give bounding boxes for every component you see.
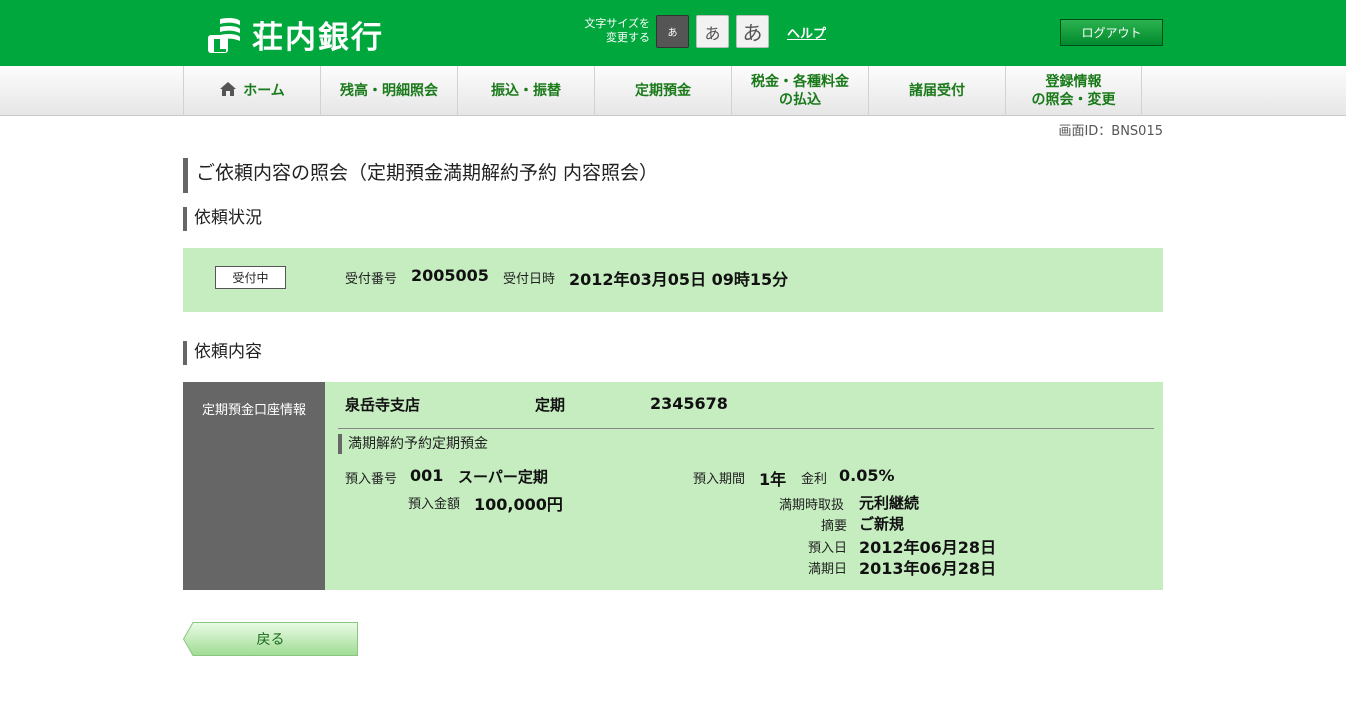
deposit-number-label: 預入番号 — [345, 472, 398, 487]
product-name: スーパー定期 — [458, 468, 548, 486]
home-icon — [219, 81, 237, 102]
font-size-medium-button[interactable]: あ — [696, 15, 729, 48]
account-info-label: 定期預金口座情報 — [183, 382, 325, 590]
maturity-date-label: 満期日 — [808, 562, 848, 577]
detail-panel: 定期預金口座情報 泉岳寺支店 定期 2345678 満期解約予約定期預金 預入番… — [183, 382, 1163, 590]
font-size-large-button[interactable]: あ — [736, 15, 769, 48]
interest-rate: 0.05% — [839, 466, 895, 485]
nav-item-time-deposit[interactable]: 定期預金 — [594, 66, 731, 116]
logout-button[interactable]: ログアウト — [1060, 19, 1163, 46]
page-title: ご依頼内容の照会（定期預金満期解約予約 内容照会） — [183, 158, 658, 193]
nav-item-balance-label: 残高・明細照会 — [340, 83, 438, 99]
status-badge: 受付中 — [215, 266, 286, 289]
help-link[interactable]: ヘルプ — [787, 23, 826, 42]
global-nav: ホーム 残高・明細照会 振込・振替 定期預金 税金・各種料金 の払込 諸届受付 … — [0, 66, 1346, 116]
summary-value: ご新規 — [859, 515, 905, 533]
nav-item-registration[interactable]: 登録情報 の照会・変更 — [1005, 66, 1142, 116]
screen-id: 画面ID：BNS015 — [1058, 124, 1163, 139]
header: 荘内銀行 文字サイズを 変更する あ あ あ ヘルプ ログアウト — [0, 0, 1346, 66]
nav-item-transfer-label: 振込・振替 — [491, 83, 561, 99]
nav-item-notifications-label: 諸届受付 — [909, 83, 965, 99]
deposit-period-label: 預入期間 — [693, 472, 746, 487]
status-section-title: 依頼状況 — [183, 207, 262, 231]
bank-logo-icon — [206, 15, 242, 55]
sub-section-title: 満期解約予約定期預金 — [338, 434, 488, 454]
nav-item-registration-label2: の照会・変更 — [1031, 92, 1116, 108]
nav-item-balance[interactable]: 残高・明細照会 — [320, 66, 457, 116]
maturity-handling-label: 満期時取扱 — [779, 498, 845, 513]
bank-name: 荘内銀行 — [252, 20, 384, 56]
interest-rate-label: 金利 — [801, 472, 828, 487]
deposit-amount-label: 預入金額 — [408, 497, 461, 512]
branch-name: 泉岳寺支店 — [345, 396, 421, 414]
deposit-amount: 100,000円 — [474, 495, 563, 514]
deposit-period: 1年 — [759, 470, 787, 489]
font-size-small-button[interactable]: あ — [656, 15, 689, 48]
deposit-date-label: 預入日 — [808, 541, 848, 556]
font-size-label-line2: 変更する — [606, 31, 650, 44]
nav-item-home-label: ホーム — [243, 83, 285, 99]
status-panel: 受付中 受付番号 2005005 受付日時 2012年03月05日 09時15分 — [183, 248, 1163, 312]
nav-item-tax-payment-label: 税金・各種料金 — [751, 74, 849, 90]
back-button[interactable]: 戻る — [183, 622, 358, 656]
nav-item-registration-label: 登録情報 — [1045, 74, 1102, 90]
account-type: 定期 — [535, 396, 566, 414]
back-button-label: 戻る — [256, 632, 285, 648]
font-size-label: 文字サイズを 変更する — [578, 17, 650, 45]
nav-item-tax-payment[interactable]: 税金・各種料金 の払込 — [731, 66, 868, 116]
nav-item-home[interactable]: ホーム — [183, 66, 320, 116]
nav-item-tax-payment-label2: の払込 — [779, 92, 821, 108]
divider — [338, 428, 1154, 429]
deposit-number: 001 — [410, 466, 444, 485]
summary-label: 摘要 — [821, 519, 848, 534]
receipt-date: 2012年03月05日 09時15分 — [569, 270, 789, 289]
maturity-date: 2013年06月28日 — [859, 559, 997, 578]
font-size-label-line1: 文字サイズを — [584, 17, 650, 30]
detail-section-title: 依頼内容 — [183, 341, 262, 365]
bank-logo[interactable]: 荘内銀行 — [206, 12, 384, 57]
nav-item-time-deposit-label: 定期預金 — [635, 83, 691, 99]
maturity-handling: 元利継続 — [859, 494, 920, 512]
receipt-date-label: 受付日時 — [503, 272, 556, 287]
receipt-number-label: 受付番号 — [345, 272, 398, 287]
nav-item-transfer[interactable]: 振込・振替 — [457, 66, 594, 116]
account-number: 2345678 — [650, 394, 728, 413]
receipt-number: 2005005 — [411, 266, 489, 285]
nav-item-notifications[interactable]: 諸届受付 — [868, 66, 1005, 116]
